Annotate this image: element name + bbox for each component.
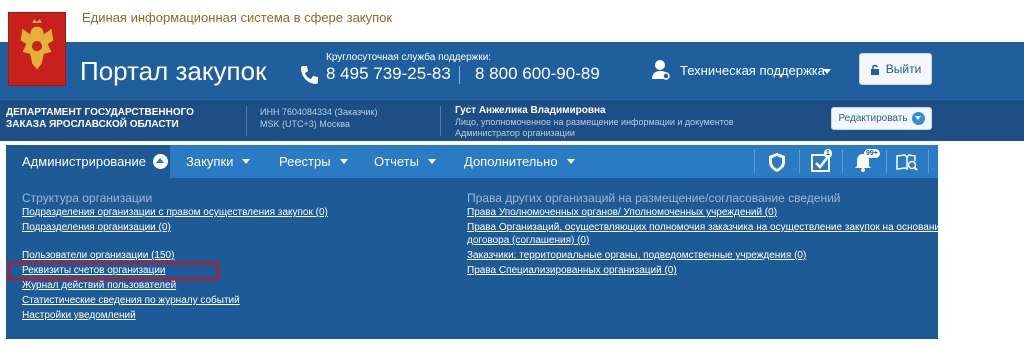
divider [886,150,887,173]
portal-title[interactable]: Портал закупок [80,56,266,87]
divider [799,150,800,173]
edit-button[interactable]: Редактировать [831,107,932,130]
user-role-line-2: Администратор организации [455,128,575,138]
system-title: Единая информационная система в сфере за… [82,10,393,25]
nav-item-reports[interactable]: Отчеты [374,145,436,178]
nav-item-registries[interactable]: Реестры [279,145,348,178]
divider [754,150,755,173]
edit-label: Редактировать [838,113,908,124]
nav-item-label: Реестры [279,154,331,169]
divider [440,106,441,136]
lock-icon [870,64,879,75]
rights-heading: Права других организаций на размещение/с… [467,191,841,205]
chevron-down-icon [427,159,436,164]
link-customer-powers-rights-cont[interactable]: договора (соглашения) (0) [467,235,589,247]
user-name: Густ Анжелика Владимировна [455,105,606,116]
nav-item-additional[interactable]: Дополнительно [464,145,575,178]
nav-item-label: Администрирование [22,154,146,169]
chevron-up-icon [152,154,168,169]
organization-name: ДЕПАРТАМЕНТ ГОСУДАРСТВЕННОГО ЗАКАЗА ЯРОС… [6,107,194,130]
chevron-down-icon[interactable] [823,69,831,74]
logout-label: Выйти [885,62,922,76]
chevron-down-icon [242,159,251,164]
link-users[interactable]: Пользователи организации (150) [22,250,174,262]
support-phone-moscow: 8 495 739-25-83 [326,64,451,83]
nav-bar: Администрирование Закупки Реестры Отчеты… [6,145,938,178]
nav-item-label: Дополнительно [464,154,558,169]
link-customer-powers-rights[interactable]: Права Организаций, осуществляющих полном… [467,222,946,234]
structure-heading: Структура организации [22,191,153,205]
support-phone-free: 8 800 600-90-89 [475,64,600,83]
link-specialized-org-rights[interactable]: Права Специализированных организаций (0) [467,265,677,277]
phone-icon [301,66,318,84]
chevron-down-icon [339,159,348,164]
highlight-box [8,262,219,280]
book-search-icon[interactable] [896,151,918,173]
chevron-down-icon [566,159,575,164]
coat-of-arms-logo[interactable] [8,12,66,86]
inn-text: ИНН 7604084334 (Заказчик) [260,107,378,117]
divider [842,150,843,173]
main-navigation: Администрирование Закупки Реестры Отчеты… [0,141,1024,182]
divider [928,150,929,173]
header-bar: Портал закупок Круглосуточная служба под… [0,42,1024,99]
user-role: Лицо, уполномоченное на размещение инфор… [455,117,734,139]
nav-item-label: Отчеты [374,154,419,169]
link-user-actions-log[interactable]: Журнал действий пользователей [22,280,176,292]
nav-item-purchases[interactable]: Закупки [186,145,251,178]
link-territorial-customers[interactable]: Заказчики: территориальные органы, подве… [467,250,806,262]
administration-dropdown: Структура организации Подразделения орга… [6,178,946,339]
logout-button[interactable]: Выйти [859,53,932,85]
link-divisions[interactable]: Подразделения организации (0) [22,222,171,234]
organization-inn: ИНН 7604084334 (Заказчик) MSK (UTC+3) Мо… [260,106,377,130]
support-label: Круглосуточная служба поддержки: [326,52,492,63]
portal-page: Единая информационная система в сфере за… [0,0,1024,346]
link-authorized-bodies-rights[interactable]: Права Уполномоченных органов/ Уполномоче… [467,207,777,219]
nav-item-label: Закупки [186,154,234,169]
organization-bar: ДЕПАРТАМЕНТ ГОСУДАРСТВЕННОГО ЗАКАЗА ЯРОС… [0,99,1024,141]
divider [246,106,247,136]
link-purchase-divisions[interactable]: Подразделения организации с правом осуще… [22,207,328,219]
checklist-badge: 1 [824,149,832,158]
nav-item-administration[interactable]: Администрирование [22,145,168,178]
shield-icon[interactable] [766,151,788,173]
timezone-text: MSK (UTC+3) Москва [260,119,350,129]
link-notification-settings[interactable]: Настройки уведомлений [22,310,136,322]
link-event-statistics[interactable]: Статистические сведения по журналу событ… [22,295,240,307]
user-role-line-1: Лицо, уполномоченное на размещение инфор… [455,117,734,127]
top-strip: Единая информационная система в сфере за… [0,0,1024,42]
bell-badge: 99+ [864,149,880,158]
chevron-down-icon [911,112,925,125]
tech-support-menu[interactable]: Техническая поддержка [680,63,825,78]
tech-support-icon [652,60,670,80]
phone-divider [459,66,460,84]
